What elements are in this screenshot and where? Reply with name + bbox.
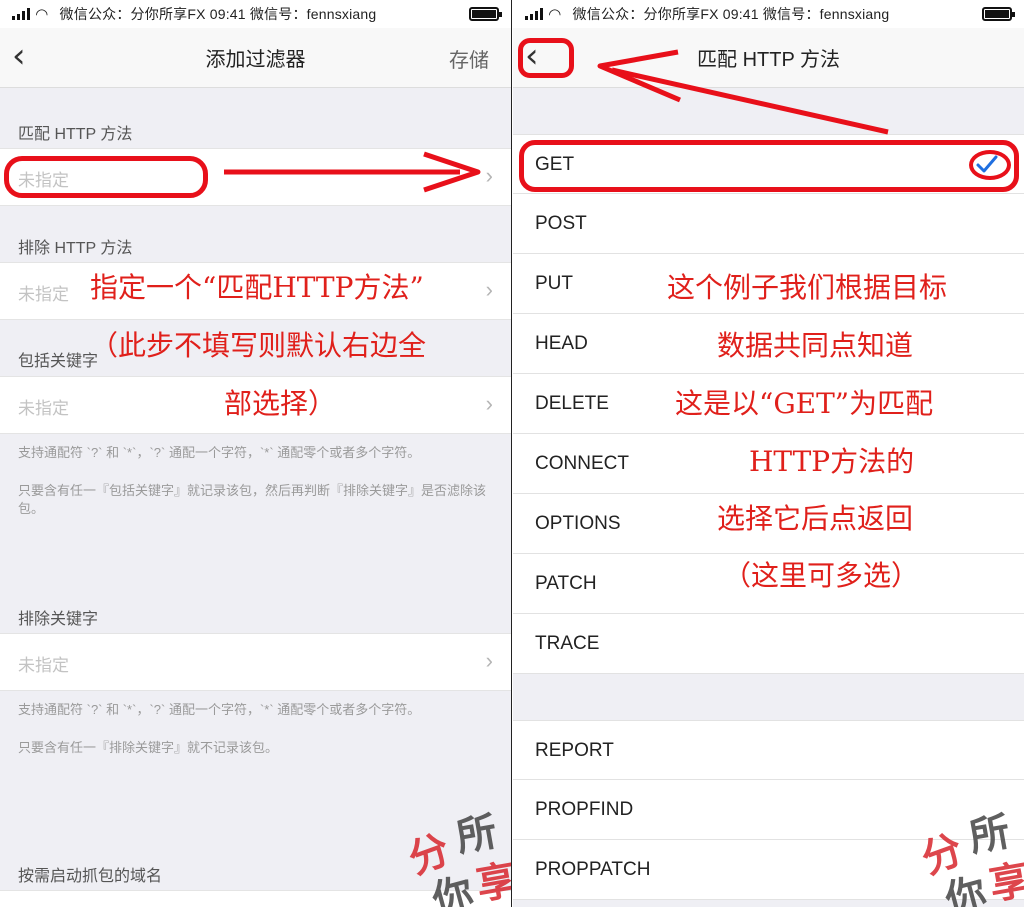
navigation-bar: ‹ 匹配 HTTP 方法 <box>513 28 1024 88</box>
annotation-line: 这个例子我们根据目标 <box>667 271 948 304</box>
cellular-signal-icon <box>12 8 30 20</box>
status-bar: ◠ 微信公众：分你所享FX 09:41 微信号：fennsxiang <box>0 0 511 28</box>
method-label: CONNECT <box>535 453 629 474</box>
annotation-line: 数据共同点知道 <box>717 329 914 362</box>
annotation-line: HTTP方法的 <box>749 445 915 478</box>
section-header-exclude-keywords: 排除关键字 <box>18 611 99 628</box>
annotation-line: 指定一个“匹配HTTP方法” <box>90 271 424 304</box>
back-chevron-icon[interactable]: ‹ <box>12 39 46 74</box>
method-row-report[interactable]: REPORT <box>513 720 1024 780</box>
watermark-char: 你 <box>427 868 479 907</box>
status-text: 微信公众：分你所享FX 09:41 微信号：fennsxiang <box>572 6 890 22</box>
method-label: PROPFIND <box>535 799 634 820</box>
chevron-right-icon: › <box>485 648 493 673</box>
annotation-line: 部选择） <box>224 387 337 420</box>
watermark: 分 所 你 享 <box>913 800 1024 907</box>
include-keywords-footnote-wildcards: 支持通配符 `?` 和 `*`，`?` 通配一个字符，`*` 通配零个或者多个字… <box>18 445 421 460</box>
method-label: PUT <box>535 273 573 294</box>
chevron-right-icon: › <box>485 277 493 302</box>
method-label: REPORT <box>535 740 614 761</box>
right-phone-screen: ◠ 微信公众：分你所享FX 09:41 微信号：fennsxiang ‹ 匹配 … <box>513 0 1024 907</box>
battery-icon <box>982 7 1015 21</box>
annotation-line: 这是以“GET”为匹配 <box>675 387 934 420</box>
save-button[interactable]: 存储 <box>449 44 489 73</box>
method-label: POST <box>535 213 587 234</box>
watermark-char: 享 <box>985 855 1024 907</box>
method-row-post[interactable]: POST <box>513 194 1024 254</box>
navigation-bar: ‹ 添加过滤器 存储 <box>0 28 511 88</box>
watermark: 分 所 你 享 <box>400 800 512 907</box>
method-row-trace[interactable]: TRACE <box>513 614 1024 674</box>
method-label: PATCH <box>535 573 597 594</box>
wifi-icon: ◠ <box>36 6 48 23</box>
left-phone-screen: ◠ 微信公众：分你所享FX 09:41 微信号：fennsxiang ‹ 添加过… <box>0 0 512 907</box>
highlight-outline <box>969 150 1011 180</box>
highlight-outline <box>519 140 1019 192</box>
highlight-outline <box>518 38 574 78</box>
exclude-keywords-value: 未指定 <box>18 656 69 675</box>
watermark-char: 享 <box>472 855 512 907</box>
method-label: DELETE <box>535 393 609 414</box>
annotation-line: 选择它后点返回 <box>717 502 914 535</box>
include-keywords-value: 未指定 <box>18 399 69 418</box>
highlight-outline <box>4 156 208 198</box>
watermark-char: 你 <box>940 868 992 907</box>
page-title: 匹配 HTTP 方法 <box>697 49 840 71</box>
battery-icon <box>469 7 502 21</box>
include-keywords-footnote-rule: 只要含有任一『包括关键字』就记录该包，然后再判断『排除关键字』是否滤除该包。 <box>18 483 487 516</box>
method-label: HEAD <box>535 333 588 354</box>
chevron-right-icon: › <box>485 391 493 416</box>
section-header-include-keywords: 包括关键字 <box>18 353 99 370</box>
status-text: 微信公众：分你所享FX 09:41 微信号：fennsxiang <box>59 6 377 22</box>
exclude-keywords-footnote-rule: 只要含有任一『排除关键字』就不记录该包。 <box>18 740 279 755</box>
method-label: TRACE <box>535 633 600 654</box>
status-bar: ◠ 微信公众：分你所享FX 09:41 微信号：fennsxiang <box>513 0 1024 28</box>
section-header-exclude-http-method: 排除 HTTP 方法 <box>18 240 133 257</box>
method-label: PROPPATCH <box>535 859 651 880</box>
chevron-right-icon: › <box>485 163 493 188</box>
annotation-line: （此步不填写则默认右边全 <box>90 329 427 362</box>
method-label: OPTIONS <box>535 513 621 534</box>
page-title: 添加过滤器 <box>205 49 306 71</box>
section-header-capture-domains: 按需启动抓包的域名 <box>18 868 163 885</box>
exclude-keywords-footnote-wildcards: 支持通配符 `?` 和 `*`，`?` 通配一个字符，`*` 通配零个或者多个字… <box>18 702 421 717</box>
wifi-icon: ◠ <box>549 6 561 23</box>
annotation-line: （这里可多选） <box>723 559 920 592</box>
exclude-http-method-value: 未指定 <box>18 285 69 304</box>
exclude-keywords-cell[interactable]: 未指定 › <box>0 633 511 691</box>
section-header-match-http-method: 匹配 HTTP 方法 <box>18 126 133 143</box>
cellular-signal-icon <box>525 8 543 20</box>
